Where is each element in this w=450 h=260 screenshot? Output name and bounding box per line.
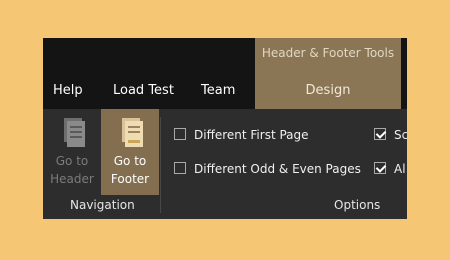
right-option-label-1: Sc <box>394 128 407 142</box>
different-odd-even-label: Different Odd & Even Pages <box>194 162 361 176</box>
tab-help[interactable]: Help <box>53 72 83 109</box>
go-to-header-button[interactable]: Go to Header <box>43 109 101 195</box>
group-separator <box>160 117 161 213</box>
go-to-header-label: Go to Header <box>50 154 94 186</box>
tab-design[interactable]: Design <box>255 72 401 109</box>
context-group-title: Header & Footer Tools <box>261 46 395 60</box>
right-option-label-2: Al <box>394 162 406 176</box>
go-to-footer-button[interactable]: Go to Footer <box>101 109 159 195</box>
different-odd-even-box[interactable] <box>174 162 186 174</box>
different-first-page-box[interactable] <box>174 128 186 140</box>
ribbon-tab-bar: Help Load Test Team Header & Footer Tool… <box>43 38 407 109</box>
tab-team[interactable]: Team <box>201 72 235 109</box>
go-to-footer-icon <box>122 118 143 147</box>
navigation-group-label: Navigation <box>70 198 135 212</box>
go-to-header-icon <box>64 118 85 147</box>
different-first-page-label: Different First Page <box>194 128 309 142</box>
go-to-footer-label: Go to Footer <box>110 154 150 186</box>
tab-load-test[interactable]: Load Test <box>113 72 174 109</box>
options-group-label: Options <box>334 198 381 212</box>
right-option-box-1[interactable] <box>374 128 386 140</box>
ribbon-panel: Go to Header Go to Footer Navigation Dif… <box>43 109 407 219</box>
ribbon-window: Help Load Test Team Header & Footer Tool… <box>43 38 407 219</box>
header-footer-tools-context: Header & Footer Tools Design <box>255 38 401 109</box>
right-option-box-2[interactable] <box>374 162 386 174</box>
